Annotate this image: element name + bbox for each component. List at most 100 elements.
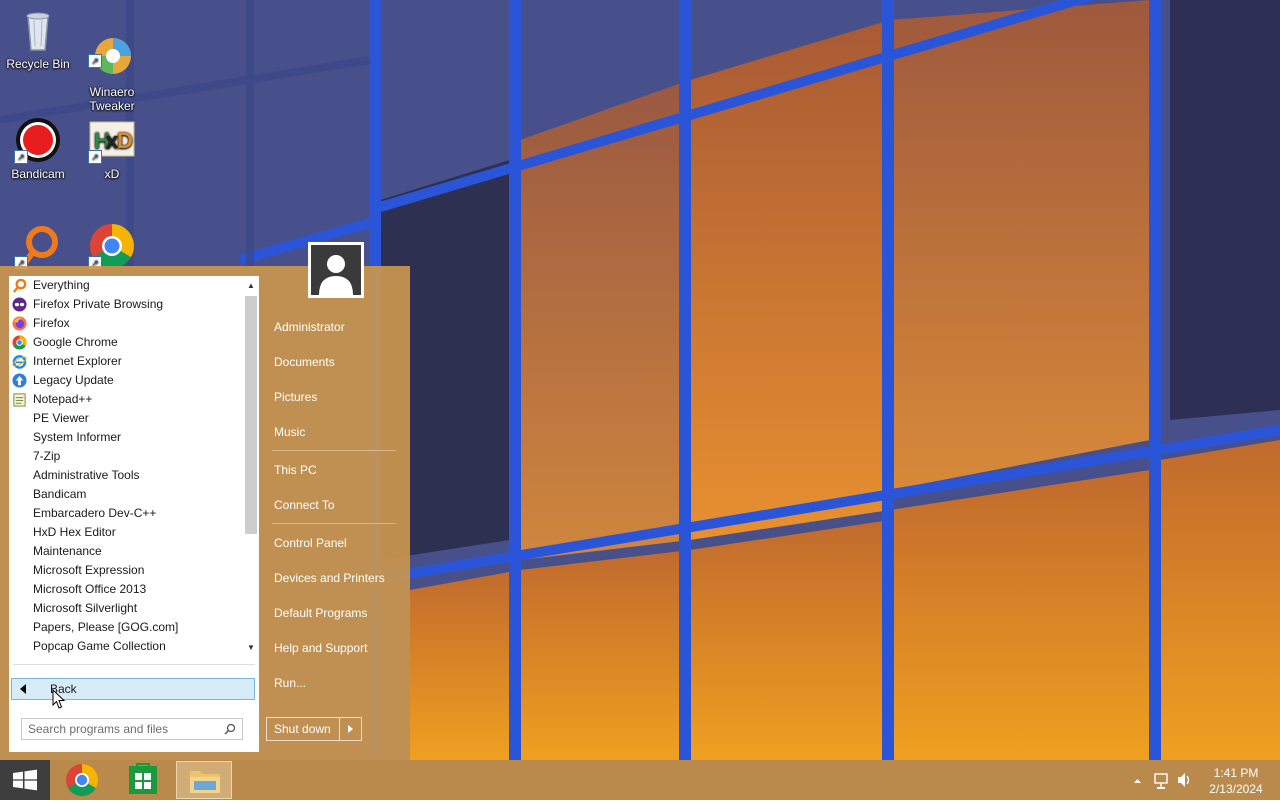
program-label: Microsoft Expression: [33, 563, 145, 577]
programs-scrollbar[interactable]: ▲ ▼: [243, 276, 259, 658]
everything-icon: ↗: [14, 222, 62, 270]
user-avatar[interactable]: [308, 242, 364, 298]
ie-icon: [12, 355, 27, 369]
desktop-icon-winaero-tweaker[interactable]: ↗ Winaero Tweaker: [74, 6, 150, 127]
mouse-cursor-icon: [52, 689, 66, 709]
program-folder-hxd[interactable]: HxD Hex Editor: [9, 523, 241, 542]
program-folder-microsoft-silverlight[interactable]: Microsoft Silverlight: [9, 599, 241, 618]
chrome-icon: [12, 335, 27, 350]
desktop-icon-label: xD: [104, 167, 120, 181]
program-label: Papers, Please [GOG.com]: [33, 620, 179, 634]
program-item-internet-explorer[interactable]: Internet Explorer: [9, 352, 241, 371]
scroll-down-icon[interactable]: ▼: [243, 640, 259, 656]
start-link-default-programs[interactable]: Default Programs: [266, 600, 406, 626]
program-label: Notepad++: [33, 392, 93, 406]
start-link-documents[interactable]: Documents: [266, 349, 406, 375]
program-label: Internet Explorer: [33, 354, 122, 368]
program-label: Bandicam: [33, 487, 87, 501]
program-item-firefox[interactable]: Firefox: [9, 314, 241, 333]
desktop-icon-bandicam[interactable]: ↗ Bandicam: [0, 116, 76, 181]
taskbar-file-explorer[interactable]: [176, 761, 232, 799]
program-item-notepadpp[interactable]: Notepad++: [9, 390, 241, 409]
chrome-icon: [66, 763, 99, 797]
scroll-up-icon[interactable]: ▲: [243, 278, 259, 294]
program-label: HxD Hex Editor: [33, 525, 116, 539]
program-folder-embarcadero[interactable]: Embarcadero Dev-C++: [9, 504, 241, 523]
user-silhouette-icon: [319, 255, 353, 295]
taskbar-chrome[interactable]: [54, 761, 110, 799]
program-item-everything[interactable]: Everything: [9, 276, 241, 295]
program-folder-popcap[interactable]: Popcap Game Collection: [9, 637, 241, 656]
shortcut-arrow-icon: ↗: [14, 150, 28, 164]
legacy-update-icon: [12, 373, 27, 388]
taskbar-store[interactable]: [115, 761, 171, 799]
scroll-thumb[interactable]: [245, 296, 257, 534]
shutdown-options-arrow-icon[interactable]: [348, 725, 353, 733]
start-link-this-pc[interactable]: This PC: [266, 457, 406, 483]
windows-logo-icon: [13, 769, 37, 791]
program-label: Popcap Game Collection: [33, 639, 166, 653]
desktop-icon-label: Winaero Tweaker: [89, 85, 135, 113]
program-item-system-informer[interactable]: System Informer: [9, 428, 241, 447]
start-button[interactable]: [0, 760, 50, 800]
start-link-administrator[interactable]: Administrator: [266, 314, 406, 340]
network-icon[interactable]: [1154, 773, 1168, 789]
start-link-run[interactable]: Run...: [266, 670, 406, 696]
recycle-bin-icon: [14, 6, 62, 54]
program-label: Microsoft Office 2013: [33, 582, 147, 596]
program-folder-bandicam[interactable]: Bandicam: [9, 485, 241, 504]
program-folder-maintenance[interactable]: Maintenance: [9, 542, 241, 561]
divider: [272, 523, 396, 524]
program-folder-7zip[interactable]: 7-Zip: [9, 447, 241, 466]
winaero-tweaker-icon: ↗: [88, 20, 136, 74]
taskbar-clock[interactable]: 1:41 PM 2/13/2024: [1200, 765, 1272, 797]
start-link-devices-and-printers[interactable]: Devices and Printers: [266, 565, 406, 591]
program-item-firefox-private[interactable]: Firefox Private Browsing: [9, 295, 241, 314]
search-icon[interactable]: [224, 723, 236, 735]
start-link-control-panel[interactable]: Control Panel: [266, 530, 406, 556]
program-folder-microsoft-office-2013[interactable]: Microsoft Office 2013: [9, 580, 241, 599]
shutdown-button[interactable]: Shut down: [266, 717, 362, 741]
desktop-icon-label: Recycle Bin: [6, 57, 70, 71]
desktop-icon-label: Bandicam: [11, 167, 65, 181]
firefox-private-icon: [12, 297, 27, 312]
volume-icon[interactable]: [1178, 773, 1190, 787]
back-arrow-icon: [20, 684, 26, 694]
search-input[interactable]: [28, 722, 214, 736]
show-hidden-icons[interactable]: [1134, 779, 1141, 783]
shortcut-arrow-icon: ↗: [88, 54, 102, 68]
notepadpp-icon: [13, 393, 26, 407]
program-item-google-chrome[interactable]: Google Chrome: [9, 333, 241, 352]
start-link-pictures[interactable]: Pictures: [266, 384, 406, 410]
divider: [272, 450, 396, 451]
start-link-connect-to[interactable]: Connect To: [266, 492, 406, 518]
program-folder-administrative-tools[interactable]: Administrative Tools: [9, 466, 241, 485]
program-label: Maintenance: [33, 544, 102, 558]
start-link-music[interactable]: Music: [266, 419, 406, 445]
system-tray: [1128, 760, 1198, 800]
divider: [339, 718, 340, 740]
desktop-icon-recycle-bin[interactable]: Recycle Bin: [0, 6, 76, 71]
divider: [13, 664, 255, 665]
start-link-help-and-support[interactable]: Help and Support: [266, 635, 406, 661]
programs-panel: Everything Firefox Private Browsing Fire…: [9, 276, 259, 752]
shortcut-arrow-icon: ↗: [88, 150, 102, 164]
search-box[interactable]: [21, 718, 243, 740]
hxd-icon: HxD ↗: [88, 116, 136, 164]
svg-text:D: D: [117, 128, 133, 153]
shutdown-label: Shut down: [274, 722, 331, 736]
program-item-legacy-update[interactable]: Legacy Update: [9, 371, 241, 390]
taskbar: 1:41 PM 2/13/2024: [0, 760, 1280, 800]
program-label: 7-Zip: [33, 449, 61, 463]
back-button[interactable]: Back: [11, 678, 255, 700]
program-label: Microsoft Silverlight: [33, 601, 138, 615]
program-item-pe-viewer[interactable]: PE Viewer: [9, 409, 241, 428]
desktop-icon-xd[interactable]: HxD ↗ xD: [74, 116, 150, 181]
program-label: Everything: [33, 278, 90, 292]
chrome-icon: ↗: [88, 222, 136, 270]
clock-time: 1:41 PM: [1213, 766, 1259, 780]
firefox-icon: [12, 316, 27, 331]
program-folder-microsoft-expression[interactable]: Microsoft Expression: [9, 561, 241, 580]
program-folder-papers-please[interactable]: Papers, Please [GOG.com]: [9, 618, 241, 637]
program-label: PE Viewer: [33, 411, 89, 425]
